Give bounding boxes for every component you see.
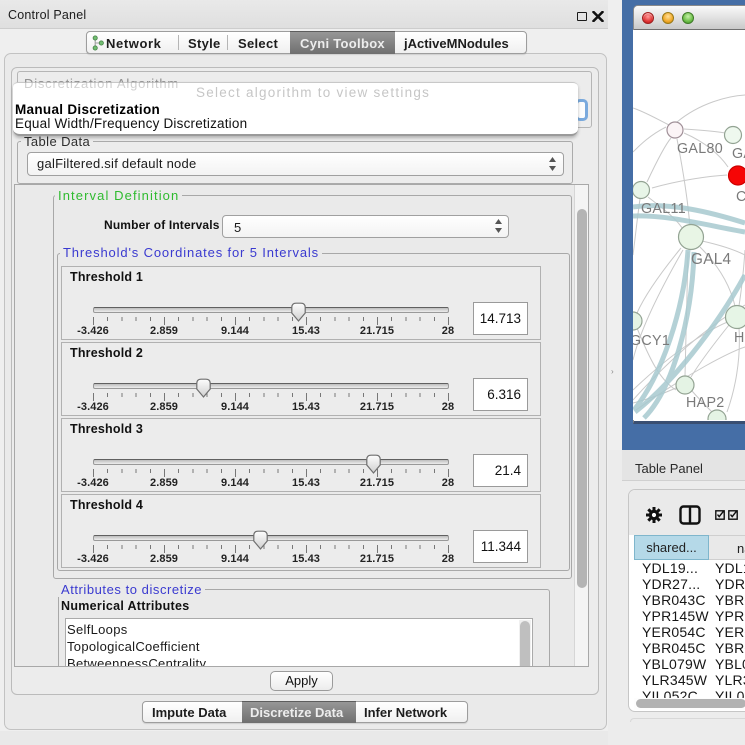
svg-text:C: C: [736, 189, 745, 205]
svg-text:GCY1: GCY1: [633, 333, 670, 349]
svg-text:GAL80: GAL80: [677, 141, 723, 157]
svg-text:HAP2: HAP2: [686, 395, 725, 411]
svg-text:H: H: [734, 330, 745, 346]
svg-text:GA: GA: [732, 146, 745, 162]
svg-text:GAL4: GAL4: [691, 251, 732, 268]
svg-text:GAL11: GAL11: [641, 201, 686, 217]
